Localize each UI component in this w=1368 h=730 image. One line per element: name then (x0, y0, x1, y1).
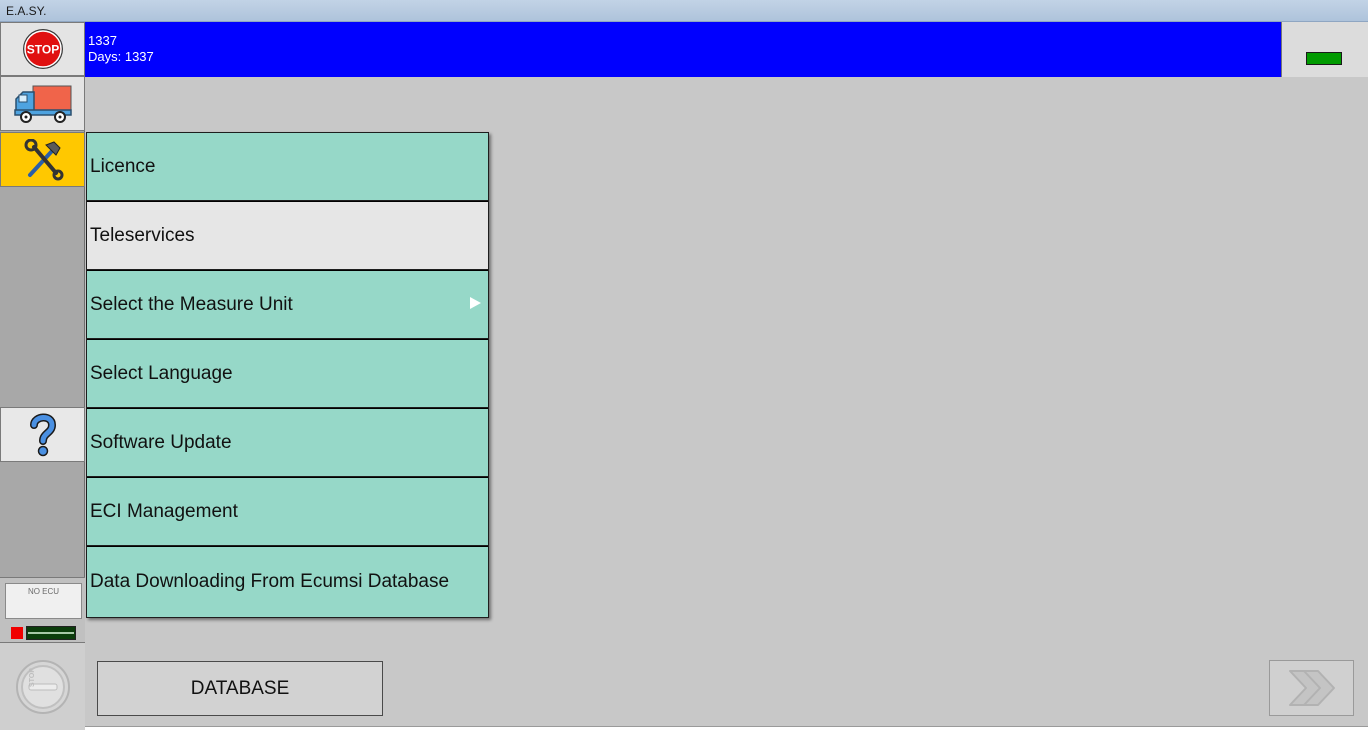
menu-item-label: Select the Measure Unit (90, 293, 293, 315)
menu-item-label: Data Downloading From Ecumsi Database (90, 571, 450, 592)
left-toolbar: STOP NO ECU STOP (0, 22, 85, 730)
menu-item-software-update[interactable]: Software Update (87, 409, 488, 477)
tools-icon (24, 138, 63, 180)
menu-item-eci-management[interactable]: ECI Management (87, 478, 488, 546)
settings-menu: Licence Teleservices Select the Measure … (86, 132, 489, 618)
menu-item-teleservices[interactable]: Teleservices (87, 202, 488, 270)
menu-item-measure-unit[interactable]: Select the Measure Unit (87, 271, 488, 339)
menu-item-label: Software Update (90, 431, 232, 453)
menu-item-label: Licence (90, 155, 156, 177)
tools-button[interactable] (0, 132, 85, 187)
stop-key-icon: STOP (15, 659, 70, 714)
menu-item-licence[interactable]: Licence (87, 133, 488, 201)
bottom-border (85, 726, 1368, 730)
menu-item-label: ECI Management (90, 500, 238, 522)
ecu-status-panel: NO ECU (0, 577, 85, 643)
ecu-signal-indicator (26, 626, 76, 640)
database-button[interactable]: DATABASE (97, 661, 383, 716)
menu-item-label: Teleservices (90, 224, 195, 246)
submenu-arrow-icon (470, 297, 481, 309)
database-button-label: DATABASE (190, 677, 290, 699)
header-line-1: 1337 (88, 33, 117, 48)
stop-key-label: STOP (29, 667, 36, 686)
help-icon (29, 413, 56, 456)
double-chevron-right-icon (1288, 670, 1335, 706)
stop-key-button[interactable]: STOP (0, 643, 85, 730)
stop-sign-icon: STOP (22, 29, 63, 69)
ecu-status-label: NO ECU (5, 583, 82, 619)
help-button[interactable] (0, 407, 85, 462)
app-window: E.A.SY. STOP NO ECU STOP 1337 Days: 1337… (0, 0, 1368, 730)
truck-icon (13, 85, 72, 123)
vehicle-button[interactable] (0, 76, 85, 131)
window-title: E.A.SY. (0, 0, 1368, 22)
ecu-error-indicator (11, 627, 23, 639)
status-panel (1281, 22, 1368, 77)
menu-item-label: Select Language (90, 362, 233, 384)
status-led (1306, 52, 1342, 65)
info-header: 1337 Days: 1337 (85, 22, 1281, 77)
header-line-2: Days: 1337 (88, 49, 154, 64)
stop-button[interactable]: STOP (0, 22, 85, 76)
menu-item-language[interactable]: Select Language (87, 340, 488, 408)
menu-item-data-downloading[interactable]: Data Downloading From Ecumsi Database (87, 547, 488, 617)
stop-sign-label: STOP (26, 43, 58, 57)
next-button[interactable] (1269, 660, 1354, 716)
